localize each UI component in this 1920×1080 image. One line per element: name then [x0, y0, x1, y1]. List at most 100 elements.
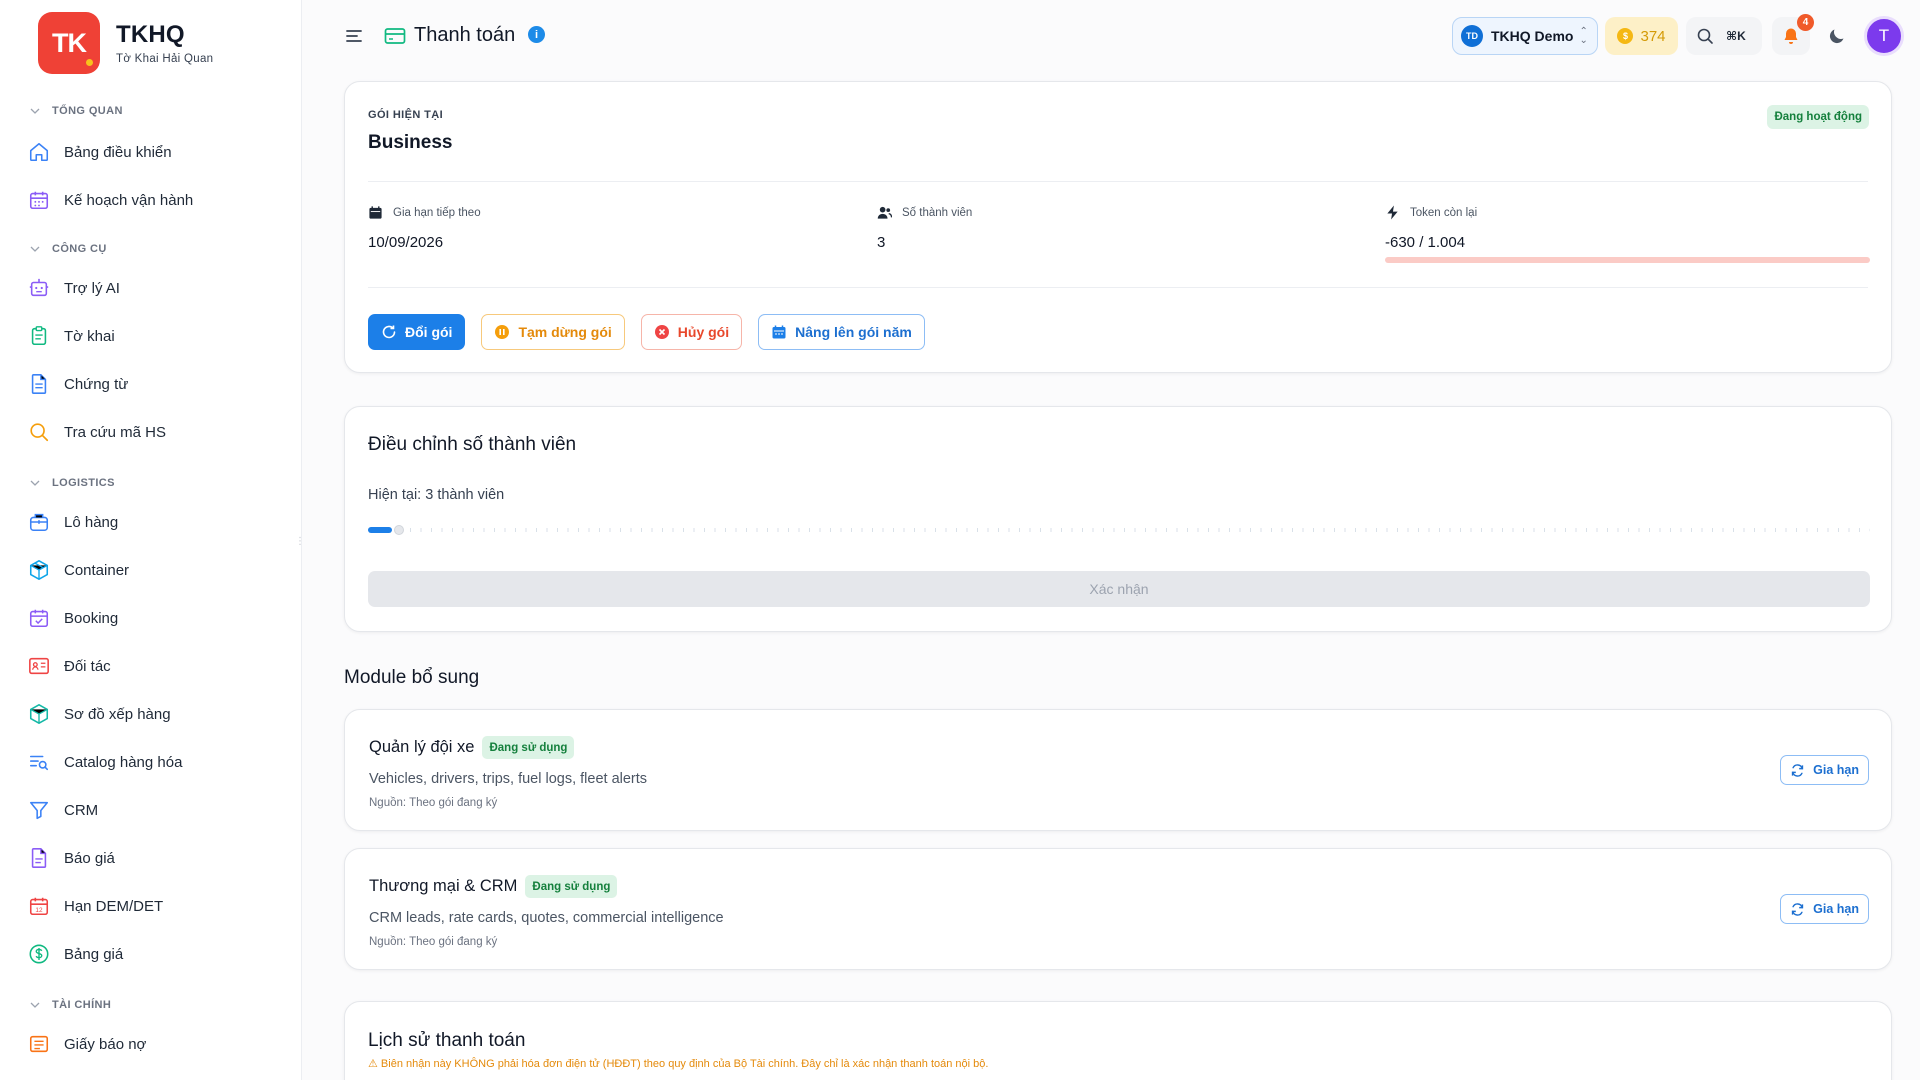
sidebar-item-label: Sơ đồ xếp hàng: [64, 705, 171, 723]
sidebar-item-label: Đối tác: [64, 657, 111, 675]
current-plan-card: GÓI HIỆN TẠI Business Đang hoạt động Gia…: [344, 81, 1892, 373]
sidebar-item-crm[interactable]: CRM: [28, 795, 98, 825]
sidebar-item-booking[interactable]: Booking: [28, 603, 118, 633]
renew-button[interactable]: Gia hạn: [1780, 755, 1869, 785]
receipt-disclaimer: ⚠ Biên nhận này KHÔNG phải hóa đơn điện …: [368, 1058, 989, 1070]
stat-tokens: Token còn lại -630 / 1.004: [1385, 205, 1477, 251]
sidebar-item-quotes[interactable]: Báo giá: [28, 843, 115, 873]
addon-modules-heading: Module bổ sung: [344, 667, 480, 688]
sidebar-item-dashboard[interactable]: Bảng điều khiển: [28, 137, 172, 167]
user-avatar[interactable]: T: [1864, 16, 1904, 56]
info-icon[interactable]: i: [528, 26, 545, 43]
menu-toggle-icon[interactable]: [344, 26, 364, 46]
sidebar-item-label: Bảng điều khiển: [64, 143, 172, 161]
confirm-button[interactable]: Xác nhận: [368, 571, 1870, 607]
top-header: Thanh toán i TD TKHQ Demo ⌃ ⌄ $ 374 ⌘K 4 …: [302, 0, 1920, 72]
nav-section-logistics[interactable]: LOGISTICS: [30, 477, 115, 489]
package-box-icon: [29, 513, 49, 532]
calendar-icon: [772, 325, 786, 339]
stat-next-renewal: Gia hạn tiếp theo 10/09/2026: [368, 205, 481, 251]
search-shortcut: ⌘K: [1726, 29, 1746, 43]
current-members-text: Hiện tại: 3 thành viên: [368, 487, 505, 503]
pause-plan-button[interactable]: Tạm dừng gói: [481, 314, 625, 350]
refresh-icon: [1791, 902, 1804, 916]
sidebar-item-label: Kế hoạch vận hành: [64, 191, 194, 209]
logo-text: TK: [52, 27, 87, 58]
sidebar-item-hs-lookup[interactable]: Tra cứu mã HS: [28, 417, 166, 447]
change-plan-button[interactable]: Đổi gói: [368, 314, 466, 350]
plan-name: Business: [368, 132, 453, 153]
upgrade-annual-button[interactable]: Nâng lên gói năm: [758, 314, 925, 350]
notifications-button[interactable]: 4: [1772, 14, 1814, 55]
logo-dot: [84, 57, 95, 68]
plan-status-badge: Đang hoạt động: [1767, 105, 1869, 129]
nav-section-label: TỔNG QUAN: [52, 105, 123, 117]
button-label: Gia hạn: [1813, 902, 1859, 916]
sidebar-item-operation-plan[interactable]: Kế hoạch vận hành: [28, 185, 193, 215]
nav-section-finance[interactable]: TÀI CHÍNH: [30, 999, 111, 1011]
button-label: Tạm dừng gói: [518, 324, 612, 340]
brand[interactable]: TK TKHQ Tờ Khai Hải Quan: [38, 12, 213, 74]
sidebar-item-shipments[interactable]: Lô hàng: [28, 507, 118, 537]
stat-value: 3: [877, 234, 886, 251]
sidebar-item-catalog[interactable]: Catalog hàng hóa: [28, 747, 182, 777]
global-search-button[interactable]: ⌘K: [1686, 17, 1762, 55]
member-adjust-card: Điều chỉnh số thành viên Hiện tại: 3 thà…: [344, 406, 1892, 632]
sidebar-item-partners[interactable]: Đối tác: [28, 651, 111, 681]
refresh-icon: [382, 325, 396, 339]
sidebar-item-label: Tra cứu mã HS: [64, 423, 167, 441]
nav-section-tools[interactable]: CÔNG CỤ: [30, 243, 107, 255]
sidebar-item-ai-assistant[interactable]: Trợ lý AI: [28, 273, 120, 303]
clipboard-icon: [31, 326, 47, 346]
sidebar-item-label: Hạn DEM/DET: [64, 897, 164, 915]
sidebar-item-price-list[interactable]: Bảng giá: [28, 939, 123, 969]
module-title-row: Quản lý đội xe Đang sử dụng: [369, 736, 575, 759]
sidebar-item-debit-note[interactable]: Giấy báo nợ: [28, 1029, 146, 1059]
contact-card-icon: [29, 657, 49, 675]
chevron-down-icon: [30, 1002, 40, 1008]
member-count-slider[interactable]: [368, 525, 1870, 537]
calendar-date-icon: 12: [29, 897, 49, 916]
module-card-crm: Thương mại & CRM Đang sử dụng CRM leads,…: [344, 848, 1892, 970]
stat-label-row: Gia hạn tiếp theo: [368, 205, 481, 220]
search-icon: [30, 423, 49, 442]
calendar-grid-icon: [29, 191, 49, 210]
cube-icon: [29, 560, 49, 580]
plan-actions: Đổi gói Tạm dừng gói Hủy gói Nâng lên gó…: [368, 314, 925, 350]
credit-card-icon: [384, 28, 406, 44]
svg-text:12: 12: [35, 907, 43, 914]
slider-thumb[interactable]: [394, 525, 404, 535]
sidebar-item-label: Container: [64, 561, 130, 579]
sidebar-item-label: Bảng giá: [64, 945, 124, 963]
chevron-down-icon: [30, 246, 40, 252]
sidebar-item-label: Chứng từ: [64, 375, 129, 393]
renew-button[interactable]: Gia hạn: [1780, 894, 1869, 924]
pause-circle-icon: [495, 325, 510, 339]
stat-label: Token còn lại: [1410, 206, 1478, 219]
chevron-up-down-icon: ⌃ ⌄: [1579, 26, 1588, 46]
module-status-badge: Đang sử dụng: [482, 736, 575, 759]
payment-history-title: Lịch sử thanh toán: [368, 1030, 526, 1051]
list-search-icon: [29, 755, 49, 771]
sidebar-resize-handle[interactable]: ⋮⋮: [295, 536, 301, 547]
nav-section-overview[interactable]: TỔNG QUAN: [30, 105, 123, 117]
organization-switcher[interactable]: TD TKHQ Demo ⌃ ⌄: [1452, 17, 1598, 55]
theme-toggle-button[interactable]: [1818, 17, 1856, 55]
org-name: TKHQ Demo: [1491, 28, 1574, 44]
sidebar-item-dem-det[interactable]: 12 Hạn DEM/DET: [28, 891, 163, 921]
stat-label: Số thành viên: [902, 206, 973, 219]
sidebar-item-label: Giấy báo nợ: [64, 1035, 147, 1053]
stat-label-row: Token còn lại: [1385, 205, 1477, 220]
module-title: Quản lý đội xe: [369, 738, 475, 756]
token-balance-badge[interactable]: $ 374: [1605, 17, 1678, 55]
module-title: Thương mại & CRM: [369, 877, 518, 895]
member-adjust-title: Điều chỉnh số thành viên: [368, 434, 577, 455]
sidebar-item-documents[interactable]: Chứng từ: [28, 369, 128, 399]
tkhq-logo: TK: [38, 12, 100, 74]
sidebar-item-declaration[interactable]: Tờ khai: [28, 321, 115, 351]
sidebar-item-container[interactable]: Container: [28, 555, 129, 585]
cancel-plan-button[interactable]: Hủy gói: [640, 314, 743, 350]
button-label: Hủy gói: [677, 324, 730, 340]
sidebar-item-load-plan[interactable]: Sơ đồ xếp hàng: [28, 699, 171, 729]
nav-section-label: TÀI CHÍNH: [52, 999, 112, 1011]
